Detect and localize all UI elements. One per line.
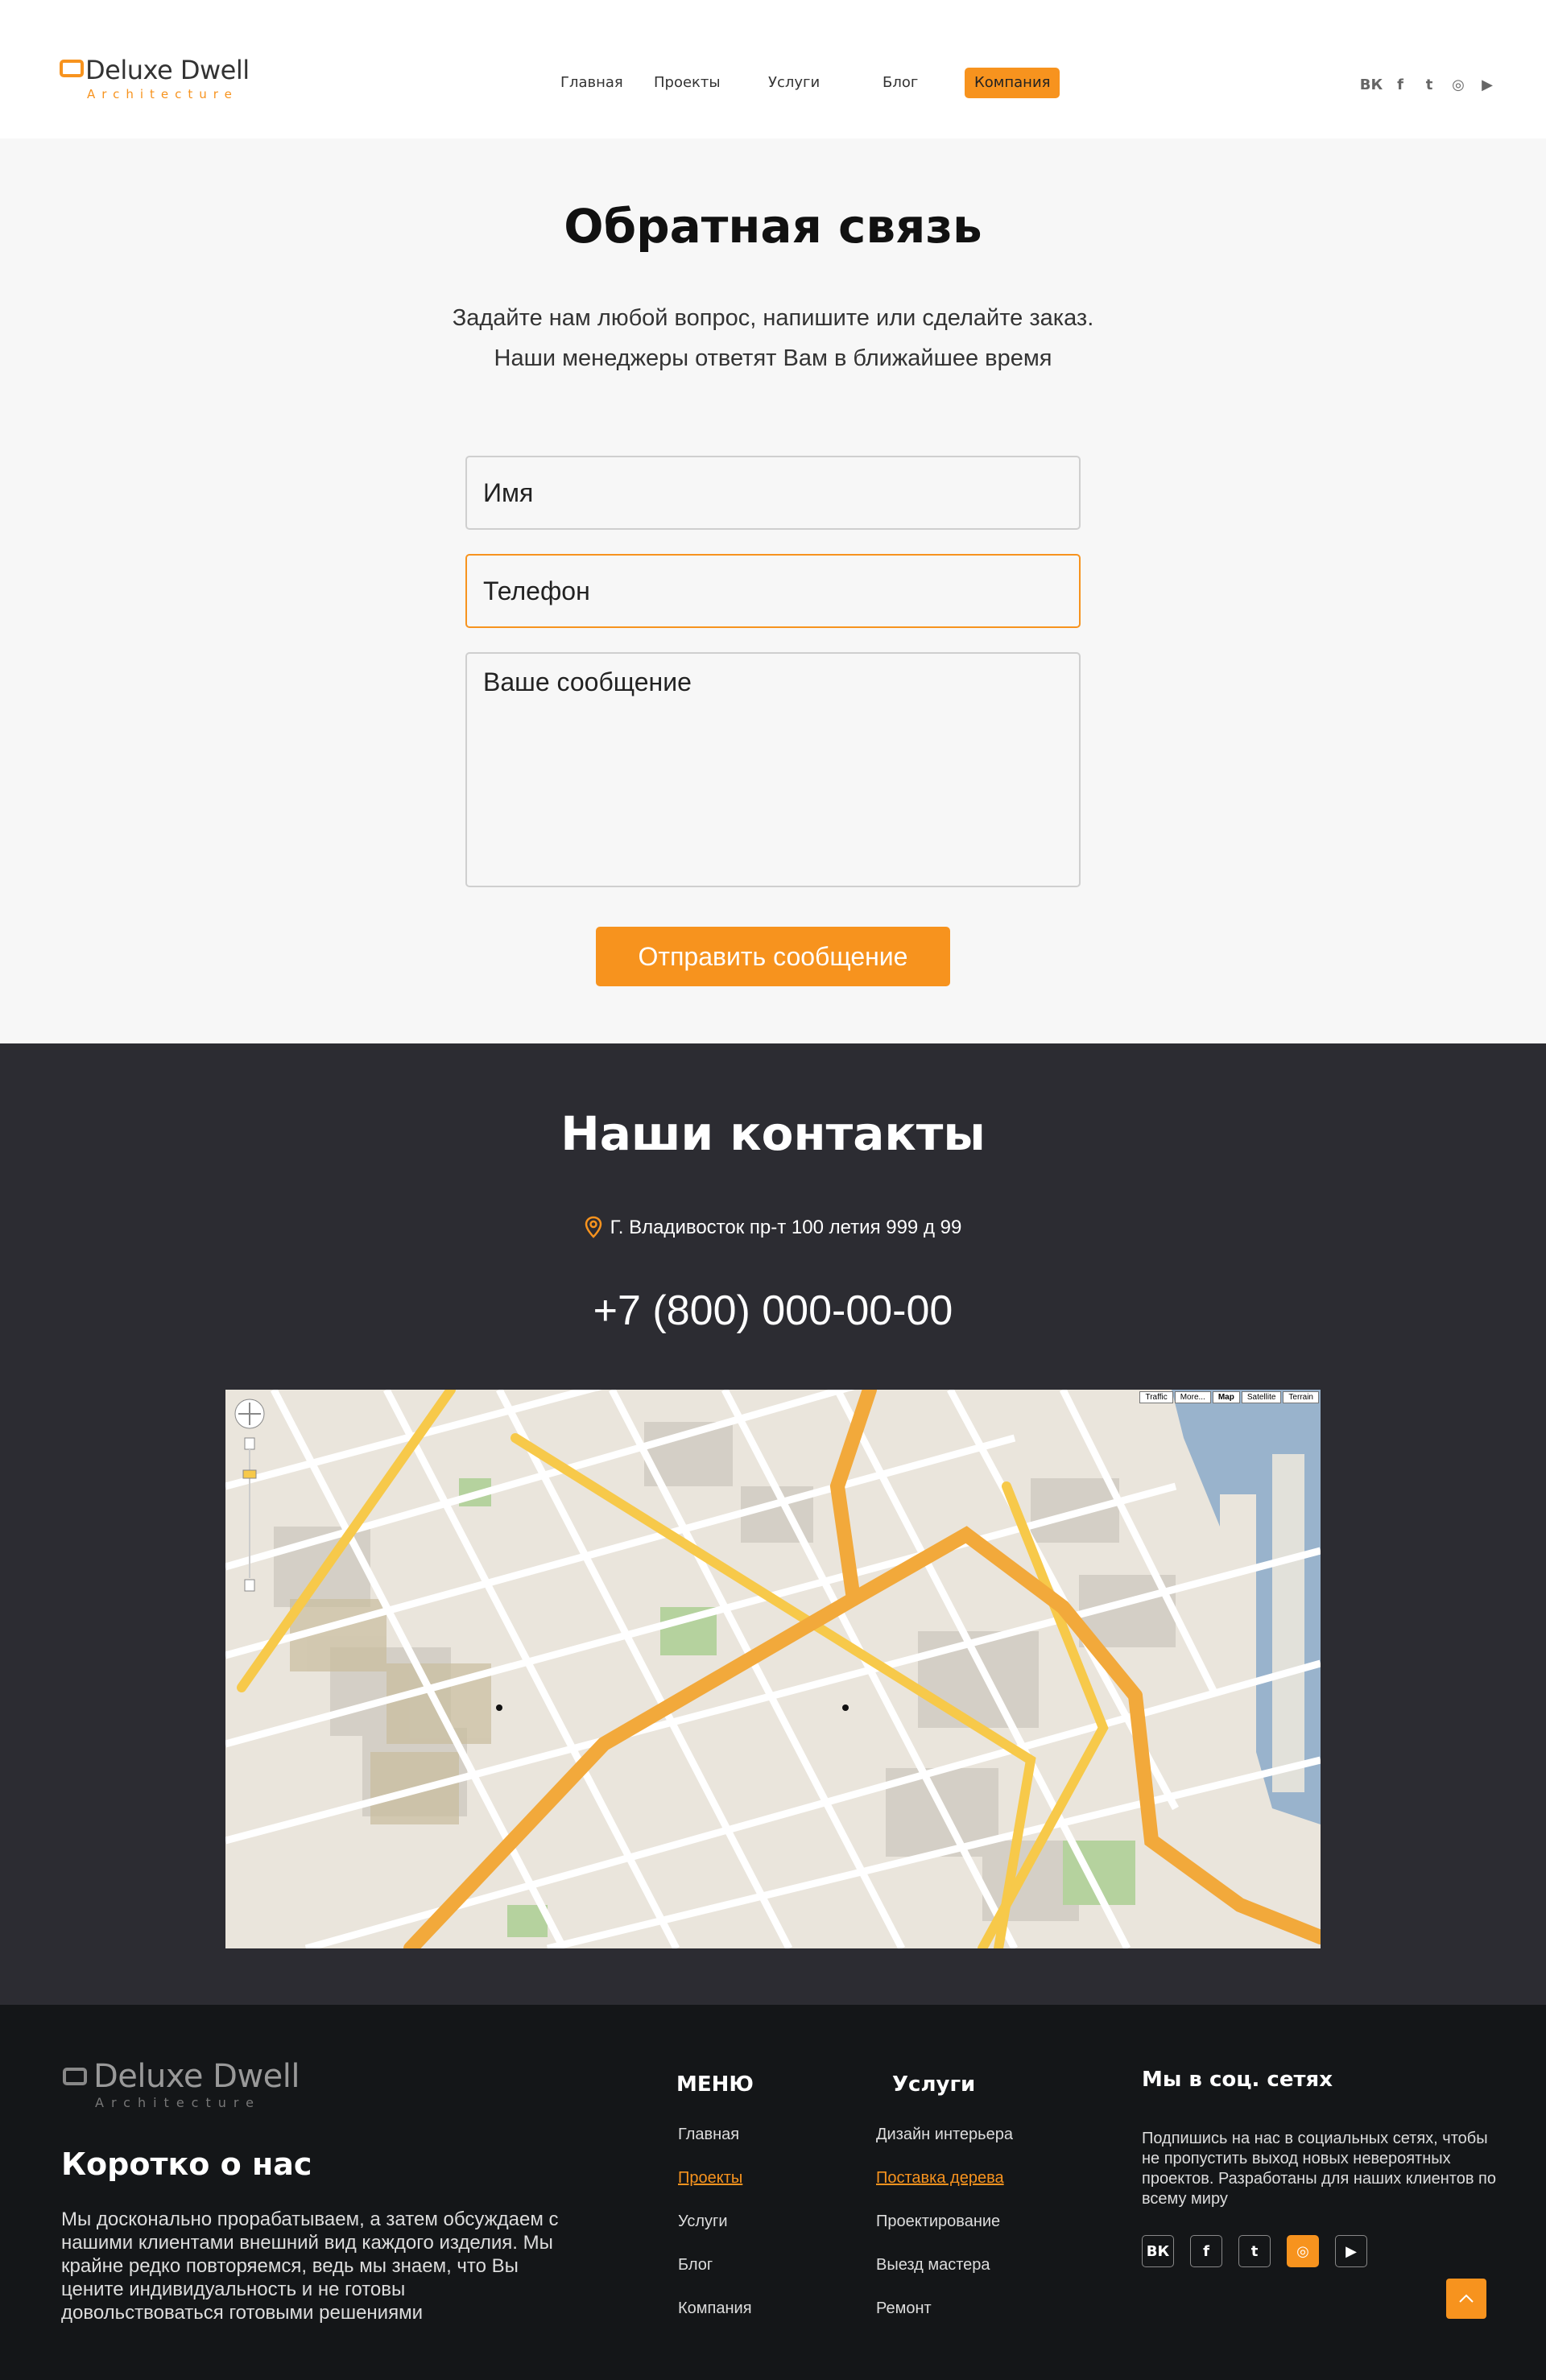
phone-input[interactable]: Телефон <box>465 554 1081 628</box>
footer-service-design[interactable]: Проектирование <box>876 2213 1000 2231</box>
city-map[interactable]: Traffic More... Map Satellite Terrain <box>225 1390 1321 1948</box>
footer-logo-tagline: Architecture <box>95 2095 261 2110</box>
twitter-icon[interactable]: t <box>1419 74 1440 95</box>
map-type-control: Traffic More... Map Satellite Terrain <box>1139 1391 1319 1403</box>
map-zoom-control[interactable] <box>232 1396 267 1597</box>
map-type-traffic[interactable]: Traffic <box>1139 1391 1173 1403</box>
footer-logo[interactable]: Deluxe Dwell Architecture <box>61 2058 303 2113</box>
message-textarea[interactable]: Ваше сообщение <box>465 652 1081 887</box>
map-type-map[interactable]: Map <box>1212 1391 1240 1403</box>
footer-service-repair[interactable]: Ремонт <box>876 2299 932 2318</box>
facebook-icon[interactable]: f <box>1390 74 1411 95</box>
name-input[interactable]: Имя <box>465 456 1081 530</box>
instagram-icon[interactable]: ◎ <box>1448 74 1469 95</box>
instagram-icon[interactable]: ◎ <box>1287 2235 1319 2267</box>
address-text: Г. Владивосток пр-т 100 летия 999 д 99 <box>610 1217 962 1238</box>
header-social: ВК f t ◎ ▶ <box>1360 74 1498 95</box>
footer-menu-services[interactable]: Услуги <box>678 2213 728 2231</box>
nav-item-projects[interactable]: Проекты <box>654 68 721 98</box>
vk-icon[interactable]: ВК <box>1142 2235 1174 2267</box>
nav-item-blog[interactable]: Блог <box>883 68 918 98</box>
feedback-section: Обратная связь Задайте нам любой вопрос,… <box>0 138 1546 1043</box>
footer-menu-company[interactable]: Компания <box>678 2299 752 2318</box>
contacts-section: Наши контакты Г. Владивосток пр-т 100 ле… <box>0 1043 1546 2005</box>
site-footer: Deluxe Dwell Architecture Коротко о нас … <box>0 2005 1546 2380</box>
footer-social-icons: ВК f t ◎ ▶ <box>1142 2235 1367 2267</box>
message-placeholder: Ваше сообщение <box>483 667 692 696</box>
footer-menu-projects[interactable]: Проекты <box>678 2169 742 2188</box>
contacts-address: Г. Владивосток пр-т 100 летия 999 д 99 <box>0 1216 1546 1239</box>
feedback-title: Обратная связь <box>564 199 982 254</box>
chevron-up-icon <box>1459 2294 1474 2303</box>
name-placeholder: Имя <box>483 478 534 507</box>
feedback-subtitle-line2: Наши менеджеры ответят Вам в ближайшее в… <box>494 345 1052 371</box>
nav-item-home[interactable]: Главная <box>560 68 623 98</box>
footer-services-title: Услуги <box>892 2072 976 2097</box>
footer-service-wood[interactable]: Поставка дерева <box>876 2169 1004 2188</box>
contacts-phone[interactable]: +7 (800) 000-00-00 <box>0 1287 1546 1335</box>
footer-logo-mark-icon <box>63 2068 87 2085</box>
about-title: Коротко о нас <box>61 2147 312 2182</box>
location-pin-icon <box>585 1216 601 1238</box>
footer-logo-name: Deluxe Dwell <box>93 2058 300 2095</box>
feedback-subtitle-line1: Задайте нам любой вопрос, напишите или с… <box>452 305 1094 331</box>
map-type-terrain[interactable]: Terrain <box>1283 1391 1319 1403</box>
site-header: Deluxe Dwell Architecture Главная Проект… <box>0 0 1546 138</box>
scroll-to-top-button[interactable] <box>1446 2279 1486 2319</box>
map-type-satellite[interactable]: Satellite <box>1241 1391 1282 1403</box>
footer-social-title: Мы в соц. сетях <box>1142 2068 1333 2092</box>
contacts-title: Наши контакты <box>560 1106 986 1161</box>
footer-menu-title: МЕНЮ <box>676 2072 754 2097</box>
nav-item-company[interactable]: Компания <box>965 68 1060 98</box>
footer-service-interior[interactable]: Дизайн интерьера <box>876 2126 1013 2144</box>
main-nav: Главная Проекты Услуги Блог Компания <box>0 68 1546 100</box>
map-type-more[interactable]: More... <box>1174 1391 1211 1403</box>
map-canvas <box>225 1390 1321 1948</box>
footer-social-text: Подпишись на нас в социальных сетях, что… <box>1142 2130 1496 2208</box>
footer-service-visit[interactable]: Выезд мастера <box>876 2256 990 2275</box>
footer-menu-blog[interactable]: Блог <box>678 2256 713 2275</box>
nav-item-services[interactable]: Услуги <box>768 68 820 98</box>
phone-placeholder: Телефон <box>483 576 590 605</box>
footer-menu-home[interactable]: Главная <box>678 2126 739 2144</box>
vk-icon[interactable]: ВК <box>1360 74 1383 95</box>
facebook-icon[interactable]: f <box>1190 2235 1222 2267</box>
feedback-subtitle: Задайте нам любой вопрос, напишите или с… <box>0 298 1546 378</box>
submit-button[interactable]: Отправить сообщение <box>596 927 950 986</box>
youtube-icon[interactable]: ▶ <box>1477 74 1498 95</box>
youtube-icon[interactable]: ▶ <box>1335 2235 1367 2267</box>
twitter-icon[interactable]: t <box>1238 2235 1271 2267</box>
about-text: Мы досконально прорабатываем, а затем об… <box>61 2209 559 2324</box>
